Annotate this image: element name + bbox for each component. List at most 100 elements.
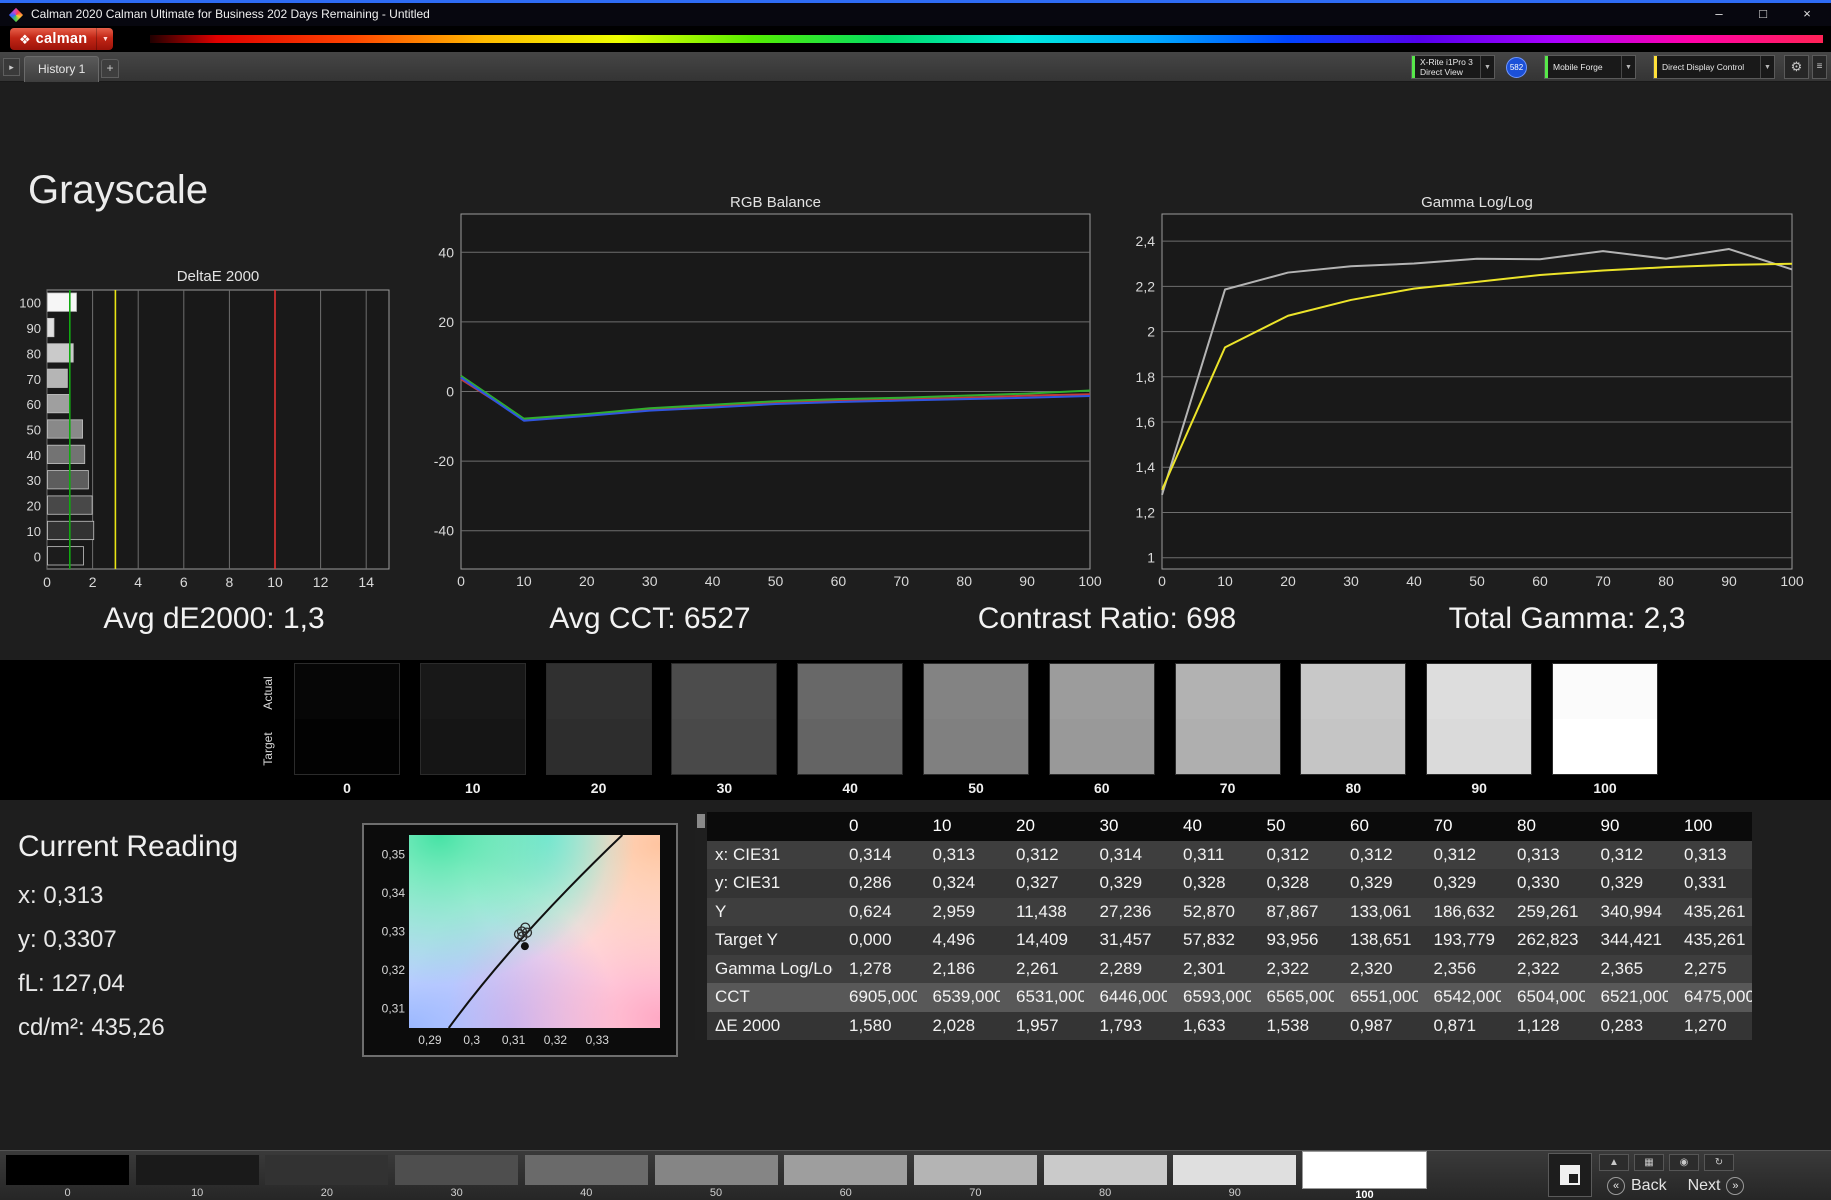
- scroll-up-button[interactable]: ▲: [1599, 1154, 1629, 1171]
- x-tick-label: 0,29: [418, 1033, 442, 1047]
- pattern-level-80-button[interactable]: 80: [1043, 1151, 1167, 1200]
- back-button[interactable]: « Back: [1599, 1174, 1675, 1197]
- table-scrollbar[interactable]: [695, 812, 707, 1040]
- pattern-level-50-button[interactable]: 50: [654, 1151, 778, 1200]
- chevron-down-icon[interactable]: ▼: [1480, 56, 1494, 78]
- target-button[interactable]: ◉: [1669, 1154, 1699, 1171]
- y-tick-label: 0,35: [382, 847, 406, 861]
- pattern-level-label: 70: [969, 1187, 982, 1199]
- deltae-bar-100: [47, 292, 77, 312]
- table-cell: 0,313: [916, 840, 1000, 869]
- add-tab-button[interactable]: +: [101, 59, 119, 78]
- meter-dropdown[interactable]: X-Rite i1Pro 3 Direct View ▼: [1411, 55, 1495, 79]
- chevron-down-icon[interactable]: ▼: [1621, 56, 1635, 78]
- table-cell: 0,328: [1250, 869, 1334, 898]
- pattern-window-button[interactable]: [1548, 1153, 1592, 1197]
- patch-target-swatch: [1301, 719, 1406, 774]
- x-tick-label: 90: [1019, 573, 1035, 589]
- x-tick-label: 0: [43, 574, 51, 590]
- maximize-icon: □: [1759, 6, 1767, 21]
- table-cell: 2,261: [1000, 954, 1084, 983]
- pattern-level-0-button[interactable]: 0: [6, 1151, 129, 1200]
- grayscale-patch-50: [923, 663, 1029, 775]
- rgb-balance-chart: RGB Balance 40 20 0 -20 -40 0 10 20 30 40 50 60 70 80…: [420, 186, 1120, 606]
- settings-button[interactable]: ⚙: [1784, 55, 1809, 79]
- pattern-level-30-button[interactable]: 30: [395, 1151, 519, 1200]
- meter-dropdown-text: X-Rite i1Pro 3 Direct View: [1415, 56, 1480, 78]
- pattern-level-10-button[interactable]: 10: [135, 1151, 259, 1200]
- daylight-locus-curve: [447, 834, 624, 1029]
- pattern-level-60-button[interactable]: 60: [784, 1151, 908, 1200]
- x-tick-label: 50: [768, 573, 784, 589]
- table-cell: 435,261: [1668, 897, 1752, 926]
- logo-dropdown-caret-icon[interactable]: ▼: [96, 28, 113, 50]
- table-cell: 133,061: [1334, 897, 1418, 926]
- grayscale-patch-40: [797, 663, 904, 775]
- y-tick-label: 0,34: [382, 886, 406, 900]
- table-cell: 138,651: [1334, 926, 1418, 955]
- calman-logo-menu[interactable]: ❖ calman ▼: [10, 28, 114, 50]
- x-tick-label: 70: [894, 573, 910, 589]
- grayscale-patch-strip: Actual Target 0 10 20 30 40 50 60 70 80 90 100: [0, 660, 1831, 800]
- table-cell: 6551,000: [1334, 983, 1418, 1012]
- window-title: Calman 2020 Calman Ultimate for Business…: [31, 7, 430, 21]
- table-cell: 1,957: [1000, 1011, 1084, 1040]
- table-column-header-30: 30: [1083, 812, 1167, 841]
- table-cell: 1,793: [1083, 1011, 1167, 1040]
- table-cell: 6521,000: [1584, 983, 1668, 1012]
- tab-bar: ▸ History 1 + X-Rite i1Pro 3 Direct View…: [0, 52, 1831, 82]
- x-tick-label: 80: [956, 573, 972, 589]
- table-cell: 0,311: [1167, 840, 1251, 869]
- control-icon-row: ▲ ▦ ◉ ↻: [1599, 1154, 1752, 1171]
- pattern-level-90-button[interactable]: 90: [1173, 1151, 1297, 1200]
- next-button[interactable]: Next »: [1680, 1174, 1753, 1197]
- table-cell: 186,632: [1417, 897, 1501, 926]
- pattern-level-100-button[interactable]: 100: [1303, 1151, 1426, 1200]
- deltae-bar-90: [47, 317, 55, 338]
- display-control-dropdown[interactable]: Direct Display Control ▼: [1653, 55, 1775, 79]
- y-tick-label: 1,2: [1136, 504, 1156, 520]
- tab-history-1[interactable]: History 1: [24, 56, 100, 82]
- patch-actual-swatch: [1553, 664, 1657, 719]
- patch-target-swatch: [420, 719, 525, 774]
- maximize-button[interactable]: □: [1741, 3, 1785, 26]
- table-row-label: y: CIE31: [707, 869, 833, 898]
- pattern-level-40-button[interactable]: 40: [524, 1151, 648, 1200]
- bottom-controls: ▲ ▦ ◉ ↻ « Back Next »: [1548, 1153, 1752, 1197]
- x-tick-label: 60: [831, 573, 847, 589]
- table-column-header-80: 80: [1501, 812, 1585, 841]
- pattern-level-70-button[interactable]: 70: [913, 1151, 1037, 1200]
- table-cell: 0,312: [1250, 840, 1334, 869]
- grid-icon: ▦: [1644, 1157, 1654, 1168]
- table-cell: 193,779: [1417, 926, 1501, 955]
- table-cell: 11,438: [1000, 897, 1084, 926]
- pattern-grid-button[interactable]: ▦: [1634, 1154, 1664, 1171]
- table-cell: 0,329: [1083, 869, 1167, 898]
- table-cell: 2,275: [1668, 954, 1752, 983]
- chevron-down-icon[interactable]: ▼: [1760, 56, 1774, 78]
- y-tick-label: 1,4: [1136, 459, 1156, 475]
- x-tick-label: 0: [1158, 573, 1166, 589]
- table-cell: 0,312: [1417, 840, 1501, 869]
- close-button[interactable]: ×: [1785, 3, 1829, 26]
- x-tick-label: 10: [516, 573, 532, 589]
- table-column-header-60: 60: [1334, 812, 1418, 841]
- source-dropdown[interactable]: Mobile Forge ▼: [1544, 55, 1636, 79]
- meter-badge[interactable]: 582: [1506, 57, 1527, 78]
- minimize-button[interactable]: –: [1697, 3, 1741, 26]
- x-tick-label: 30: [642, 573, 658, 589]
- table-cell: 0,283: [1584, 1011, 1668, 1040]
- gamma-chart: Gamma Log/Log 1 1,2 1,4 1,6 1,8 2 2,2 2,4 0 10 20 3…: [1120, 186, 1824, 606]
- table-cell: 2,322: [1501, 954, 1585, 983]
- pattern-level-20-button[interactable]: 20: [265, 1151, 389, 1200]
- spectrum-gradient-bar: [150, 35, 1823, 43]
- table-scroll-thumb[interactable]: [697, 814, 705, 828]
- pattern-swatch: [395, 1155, 519, 1185]
- tab-scroll-button[interactable]: ▸: [3, 58, 20, 76]
- table-cell: 344,421: [1584, 926, 1668, 955]
- table-cell: 6905,000: [833, 983, 917, 1012]
- x-tick-label: 6: [180, 574, 188, 590]
- refresh-button[interactable]: ↻: [1704, 1154, 1734, 1171]
- patch-target-swatch: [295, 719, 399, 774]
- options-button[interactable]: ≡: [1812, 55, 1827, 79]
